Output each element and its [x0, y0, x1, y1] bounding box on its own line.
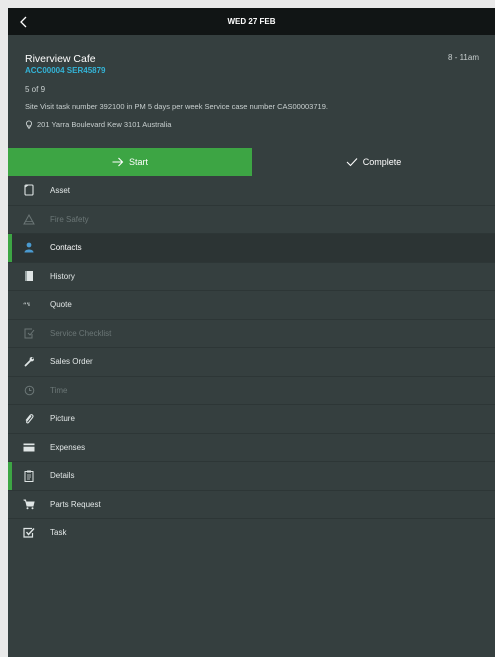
menu-label: History: [50, 271, 75, 281]
menu-label: Time: [50, 385, 68, 395]
menu-label: Asset: [50, 185, 71, 195]
document-icon: [23, 470, 35, 482]
location-pin-icon: [25, 120, 33, 129]
menu-label: Parts Request: [50, 499, 101, 509]
task-check-icon: [23, 527, 35, 539]
menu-item-parts-request[interactable]: Parts Request: [8, 489, 495, 519]
menu-item-picture[interactable]: Picture: [8, 404, 495, 433]
menu-item-asset[interactable]: Asset: [8, 176, 495, 205]
clock-icon: [23, 384, 35, 396]
cart-icon: [23, 498, 35, 510]
job-menu: Asset Fire Safety Contacts History “” Qu…: [8, 176, 495, 547]
indicator-marker: [8, 462, 12, 490]
wrench-icon: [23, 356, 35, 368]
menu-label: Task: [50, 528, 67, 538]
person-icon: [23, 242, 35, 254]
paperclip-icon: [23, 413, 35, 425]
device-frame: WED 27 FEB Riverview Cafe 8 - 11am ACC00…: [0, 0, 495, 657]
address-text: 201 Yarra Boulevard Kew 3101 Australia: [37, 120, 172, 129]
site-address[interactable]: 201 Yarra Boulevard Kew 3101 Australia: [25, 120, 171, 129]
arrow-right-icon: [112, 157, 124, 167]
book-icon: [23, 270, 35, 282]
card-icon: [23, 441, 35, 453]
menu-item-quote[interactable]: “” Quote: [8, 290, 495, 319]
menu-item-service-checklist[interactable]: Service Checklist: [8, 318, 495, 348]
complete-button[interactable]: Complete: [252, 148, 495, 176]
menu-label: Fire Safety: [50, 214, 89, 224]
menu-item-contacts[interactable]: Contacts: [8, 233, 495, 262]
job-header: Riverview Cafe 8 - 11am ACC00004 SER4587…: [8, 35, 495, 151]
menu-item-sales-order[interactable]: Sales Order: [8, 347, 495, 376]
complete-label: Complete: [362, 157, 402, 167]
app-screen: WED 27 FEB Riverview Cafe 8 - 11am ACC00…: [8, 8, 495, 657]
menu-item-time[interactable]: Time: [8, 375, 495, 405]
checklist-icon: [23, 327, 35, 339]
job-counter: 5 of 9: [25, 85, 46, 94]
menu-label: Quote: [50, 300, 72, 310]
menu-label: Expenses: [50, 442, 86, 452]
menu-label: Picture: [50, 414, 75, 424]
site-name: Riverview Cafe: [25, 53, 96, 65]
action-bar: Start Complete: [8, 148, 495, 176]
checkmark-icon: [346, 158, 358, 167]
time-range: 8 - 11am: [448, 53, 479, 62]
quote-icon: “”: [23, 299, 35, 311]
top-bar: WED 27 FEB: [8, 8, 495, 35]
active-marker: [8, 234, 12, 262]
menu-label: Sales Order: [50, 357, 93, 367]
clipboard-icon: [23, 184, 35, 196]
start-label: Start: [128, 157, 148, 167]
start-button[interactable]: Start: [8, 148, 252, 176]
menu-item-task[interactable]: Task: [8, 518, 495, 547]
menu-item-history[interactable]: History: [8, 261, 495, 291]
menu-item-details[interactable]: Details: [8, 461, 495, 490]
warning-icon: [23, 213, 35, 225]
menu-item-fire-safety[interactable]: Fire Safety: [8, 204, 495, 234]
account-service-codes[interactable]: ACC00004 SER45879: [25, 66, 106, 75]
menu-item-expenses[interactable]: Expenses: [8, 432, 495, 462]
menu-label: Contacts: [50, 243, 82, 253]
menu-label: Service Checklist: [50, 328, 112, 338]
menu-label: Details: [50, 471, 75, 481]
date-title: WED 27 FEB: [227, 17, 276, 26]
job-description: Site Visit task number 392100 in PM 5 da…: [25, 102, 328, 111]
